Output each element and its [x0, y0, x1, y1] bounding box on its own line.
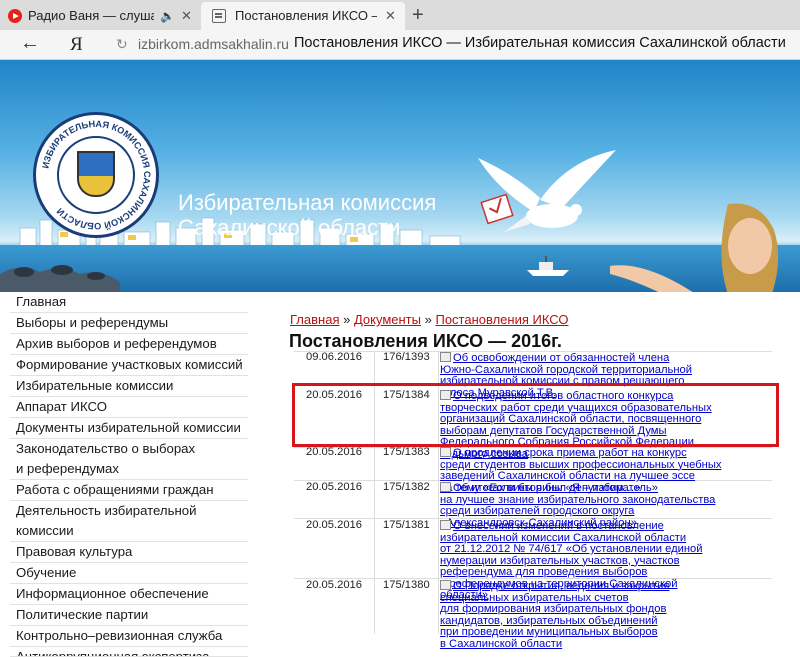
sidebar-item-precinct-commissions[interactable]: Формирование участковых комиссий [10, 355, 248, 376]
seals-on-rocks-illustration [0, 265, 120, 292]
sidebar-item-training[interactable]: Обучение [10, 563, 248, 584]
sidebar-item-elections[interactable]: Выборы и референдумы [10, 313, 248, 334]
doc-link[interactable]: О Порядке открытия, ведения и закрытия с… [440, 580, 766, 650]
tab-title: Радио Ваня — слушат [28, 8, 154, 23]
doc-link-text[interactable]: референдума для проведения выборов [440, 566, 766, 579]
close-icon[interactable]: ✕ [181, 2, 192, 30]
doc-number: 176/1393 [383, 351, 430, 363]
coat-of-arms-icon [77, 151, 115, 197]
sidebar-item-legal-culture[interactable]: Правовая культура [10, 542, 248, 563]
sidebar-item-legislation-cont[interactable]: и референдумах [10, 459, 248, 480]
sidebar-item-documents[interactable]: Документы избирательной комиссии [10, 418, 248, 439]
doc-link-text[interactable]: при проведении муниципальных выборов [440, 626, 766, 639]
doc-link-text[interactable]: в Сахалинской области [440, 638, 766, 651]
breadcrumb-separator: » [424, 312, 432, 327]
doc-link-text[interactable]: для формирования избирательных фондов [440, 603, 766, 616]
doc-number: 175/1381 [383, 519, 430, 531]
organization-name: Избирательная комиссия Сахалинской облас… [178, 190, 436, 240]
browser-tab-bar: Радио Ваня — слушат 🔈 ✕ Постановления ИК… [0, 0, 800, 30]
doc-link-text[interactable]: О продлении срока приема работ на конкур… [453, 447, 687, 459]
document-icon [440, 580, 451, 590]
woman-illustration [610, 203, 779, 292]
breadcrumb-current-link[interactable]: Постановления ИКСО [435, 312, 568, 327]
doc-link-text[interactable]: О Порядке открытия, ведения и закрытия [453, 580, 669, 592]
page-title: Постановления ИКСО — 2016г. [289, 331, 562, 351]
new-tab-plus-icon[interactable]: + [412, 2, 424, 28]
doc-date: 20.05.2016 [306, 519, 362, 531]
breadcrumb-separator: » [343, 312, 351, 327]
sidebar-item-archive[interactable]: Архив выборов и референдумов [10, 334, 248, 355]
sidebar-item-home[interactable]: Главная [10, 292, 248, 313]
youtube-icon [8, 9, 22, 23]
highlight-annotation-box [292, 383, 779, 447]
doc-link-text[interactable]: Об освобождении от обязанностей члена [453, 352, 669, 364]
dove-with-ballot-illustration [478, 150, 616, 232]
breadcrumb: Главная » Документы » Постановления ИКСО [290, 312, 569, 327]
doc-date: 09.06.2016 [306, 351, 362, 363]
doc-number: 175/1380 [383, 579, 430, 591]
sidebar-item-parties[interactable]: Политические партии [10, 605, 248, 626]
document-icon [440, 352, 451, 362]
tab-current[interactable]: Постановления ИКСО — И ✕ [201, 2, 405, 30]
sidebar-item-appeals[interactable]: Работа с обращениями граждан [10, 480, 248, 501]
close-icon[interactable]: ✕ [385, 2, 396, 30]
url-domain[interactable]: izbirkom.admsakhalin.ru [138, 36, 289, 52]
address-bar: ← Я ↻ izbirkom.admsakhalin.ru Постановле… [0, 30, 800, 60]
speaker-icon[interactable]: 🔈 [160, 2, 175, 30]
doc-link-text[interactable]: Об итогах викторины «Я – избиратель» [453, 482, 658, 494]
doc-link-text[interactable]: среди избирателей городского округа [440, 505, 766, 518]
document-icon [440, 447, 451, 457]
ship-illustration [527, 256, 569, 276]
tab-radio[interactable]: Радио Ваня — слушат 🔈 ✕ [0, 2, 200, 30]
doc-link-text[interactable]: заведений Сахалинской области на лучшее … [440, 470, 766, 483]
doc-link-text[interactable]: О внесении изменений в постановление [453, 520, 664, 532]
sidebar-item-audit[interactable]: Контрольно–ревизионная служба [10, 626, 248, 647]
doc-number: 175/1383 [383, 446, 430, 458]
sidebar-nav: Главная Выборы и референдумы Архив выбор… [10, 292, 248, 657]
page-icon [212, 9, 226, 23]
organization-name-line: Избирательная комиссия [178, 190, 437, 215]
sidebar-item-information[interactable]: Информационное обеспечение [10, 584, 248, 605]
doc-date: 20.05.2016 [306, 481, 362, 493]
sidebar-item-iksco-staff[interactable]: Аппарат ИКСО [10, 397, 248, 418]
commission-seal-logo[interactable]: ИЗБИРАТЕЛЬНАЯ КОМИССИЯ САХАЛИНСКОЙ ОБЛАС… [33, 112, 159, 238]
back-arrow-icon[interactable]: ← [20, 32, 40, 55]
sidebar-item-activity-cont[interactable]: комиссии [10, 521, 248, 542]
document-icon [440, 520, 451, 530]
document-icon [440, 482, 451, 492]
doc-link-text[interactable]: от 21.12.2012 № 74/617 «Об установлении … [440, 543, 766, 556]
breadcrumb-home-link[interactable]: Главная [290, 312, 339, 327]
doc-date: 20.05.2016 [306, 446, 362, 458]
doc-date: 20.05.2016 [306, 579, 362, 591]
doc-number: 175/1382 [383, 481, 430, 493]
yandex-logo-icon[interactable]: Я [70, 34, 83, 56]
site-banner: ИЗБИРАТЕЛЬНАЯ КОМИССИЯ САХАЛИНСКОЙ ОБЛАС… [0, 60, 800, 292]
sidebar-item-activity[interactable]: Деятельность избирательной [10, 501, 248, 521]
breadcrumb-documents-link[interactable]: Документы [354, 312, 421, 327]
url-page-title[interactable]: Постановления ИКСО — Избирательная комис… [294, 35, 786, 51]
sidebar-item-legislation[interactable]: Законодательство о выборах [10, 439, 248, 459]
organization-name-line: Сахалинской области [178, 215, 401, 240]
sidebar-item-anticorruption[interactable]: Антикоррупционная экспертиза [10, 647, 248, 657]
sidebar-item-election-commissions[interactable]: Избирательные комиссии [10, 376, 248, 397]
tab-title: Постановления ИКСО — И [235, 8, 377, 23]
reload-icon[interactable]: ↻ [116, 36, 128, 53]
